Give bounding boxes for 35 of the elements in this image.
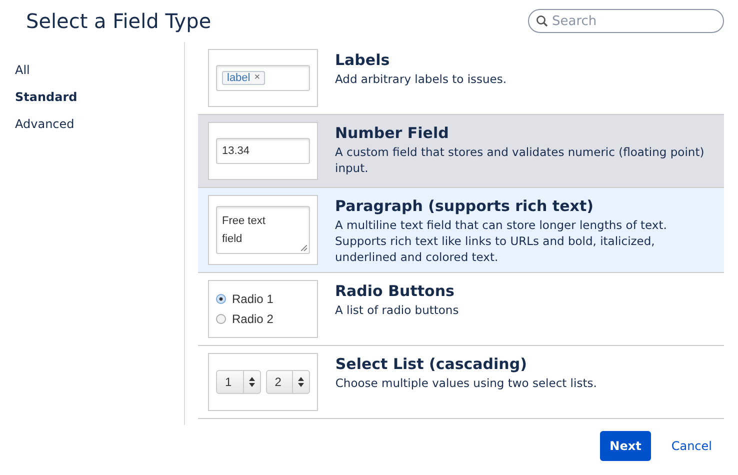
- up-down-arrows-icon: [298, 377, 304, 387]
- search-field[interactable]: Search: [528, 9, 724, 33]
- radio-label: Radio 2: [232, 311, 274, 328]
- field-type-item[interactable]: Free text field Paragraph (supports rich text) A multiline text field that can store longer lengths of text. Supports rich text like links to URLs and bold, italicized, underlined and colored text.: [198, 188, 724, 273]
- field-type-name: Select List (cascading): [335, 355, 528, 373]
- select-value: 2: [266, 371, 294, 393]
- sidebar-item[interactable]: Advanced: [15, 111, 74, 138]
- tag-text: label: [227, 72, 250, 84]
- textarea-line: field: [222, 232, 242, 247]
- next-button[interactable]: Next: [600, 431, 652, 461]
- cancel-link[interactable]: Cancel: [671, 439, 712, 453]
- number-input: 13.34: [216, 138, 310, 164]
- field-type-description: Add arbitrary labels to issues.: [335, 71, 507, 87]
- field-type-name: Labels: [335, 51, 391, 69]
- remove-icon: ×: [254, 72, 260, 84]
- field-type-item[interactable]: 1 2 Select List (cascading) Choose multiple values using two select lists.: [198, 346, 724, 419]
- dialog-title: Select a Field Type: [26, 9, 212, 33]
- select-value: 1: [217, 371, 244, 393]
- search-icon: [536, 15, 548, 27]
- field-type-description: Choose multiple values using two select lists.: [335, 375, 597, 391]
- field-type-name: Radio Buttons: [335, 282, 456, 300]
- up-down-arrows-icon: [248, 377, 255, 387]
- field-type-description: A list of radio buttons: [335, 302, 459, 318]
- field-type-name: Number Field: [335, 124, 450, 142]
- sidebar-item[interactable]: All: [15, 57, 30, 84]
- resize-grip-icon: [301, 245, 307, 251]
- field-type-item[interactable]: label × Labels Add arbitrary labels to issues.: [198, 42, 724, 115]
- field-type-item[interactable]: 13.34 Number Field A custom field that stores and validates numeric (floating point) input.: [198, 115, 724, 188]
- radio-label: Radio 1: [232, 291, 274, 308]
- sidebar-item[interactable]: Standard: [15, 84, 78, 111]
- field-type-name: Paragraph (supports rich text): [335, 197, 594, 215]
- field-type-description: A custom field that stores and validates numeric (floating point) input.: [335, 144, 706, 176]
- field-type-description: A multiline text field that can store longer lengths of text. Supports rich text like links to URLs and bold, italicized, underlined and colored text.: [335, 217, 668, 265]
- field-type-item[interactable]: Radio 1 Radio 2 Radio Buttons A list of radio buttons: [198, 273, 724, 346]
- textarea-line: Free text: [222, 214, 266, 229]
